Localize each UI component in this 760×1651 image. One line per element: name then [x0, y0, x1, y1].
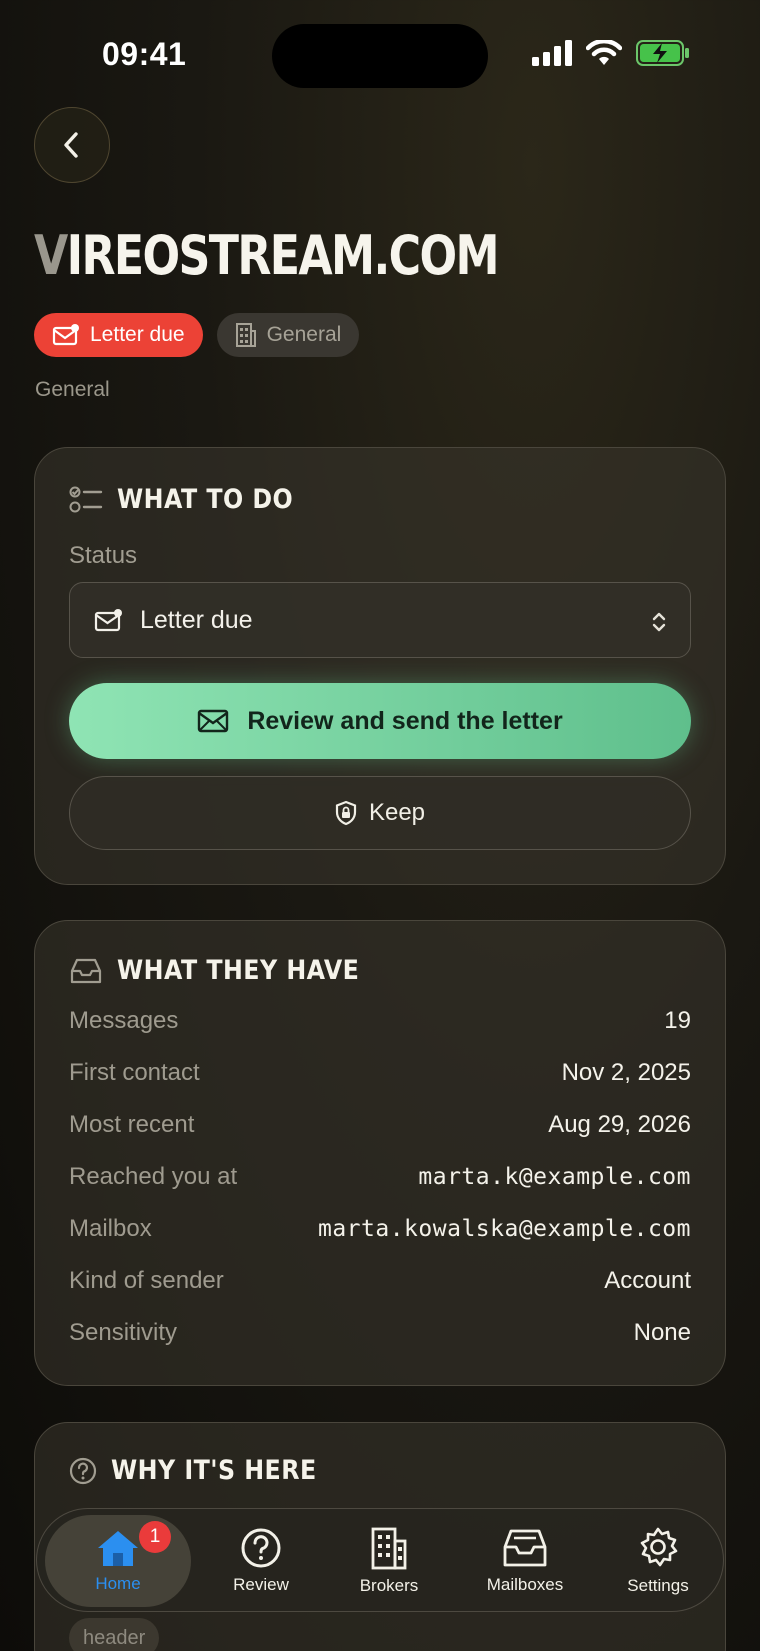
building-icon: [235, 323, 256, 347]
detail-row-sensitivity: Sensitivity None: [69, 1319, 691, 1347]
tab-home[interactable]: Home 1: [45, 1515, 191, 1607]
detail-row-most-recent: Most recent Aug 29, 2026: [69, 1111, 691, 1139]
status-bar: 09:41: [0, 0, 760, 110]
status-icons: [532, 40, 690, 66]
tab-review-label: Review: [233, 1575, 289, 1594]
question-circle-icon: [69, 1457, 97, 1484]
mail-alert-icon: [52, 324, 79, 346]
keep-button[interactable]: Keep: [69, 776, 691, 850]
checklist-icon: [69, 486, 103, 512]
detail-key: Reached you at: [69, 1163, 238, 1190]
shield-lock-icon: [335, 800, 357, 826]
wifi-icon: [586, 40, 622, 65]
chevron-left-icon: [64, 132, 78, 158]
detail-key: Sensitivity: [69, 1319, 178, 1346]
battery-charging-icon: [636, 40, 689, 66]
envelope-icon: [198, 709, 229, 733]
review-send-letter-button[interactable]: Review and send the letter: [69, 683, 691, 759]
what-they-have-header: WHAT THEY HAVE: [69, 955, 392, 986]
what-to-do-card: WHAT TO DO Status Letter due Review and …: [34, 447, 726, 885]
detail-value: 19: [664, 1007, 691, 1034]
header-chip: header: [69, 1618, 160, 1651]
what-to-do-header: WHAT TO DO: [69, 484, 317, 515]
tab-bar: Home 1 Review Brokers Mailboxes Settings: [36, 1508, 724, 1612]
inbox-tray-icon: [70, 958, 102, 983]
status-label: Status: [69, 542, 138, 569]
general-chip-label: General: [266, 323, 342, 346]
home-icon: [98, 1531, 138, 1566]
notification-badge: 1: [139, 1521, 171, 1553]
detail-row-kind-of-sender: Kind of sender Account: [69, 1267, 691, 1295]
why-its-here-header: WHY IT'S HERE: [69, 1455, 345, 1486]
detail-value: marta.k@example.com: [418, 1164, 691, 1190]
review-send-letter-label: Review and send the letter: [247, 706, 563, 735]
tab-settings-label: Settings: [627, 1576, 689, 1595]
tab-settings[interactable]: Settings: [597, 1509, 719, 1613]
signal-icon: [532, 40, 572, 66]
status-chips: Letter due General: [34, 313, 360, 357]
detail-row-messages: Messages 19: [69, 1007, 691, 1035]
category-subtitle: General: [35, 378, 110, 401]
gear-icon: [640, 1527, 678, 1567]
tab-mailboxes[interactable]: Mailboxes: [455, 1509, 595, 1613]
question-icon: [241, 1528, 281, 1568]
tab-home-label: Home: [95, 1574, 141, 1593]
detail-value: Account: [604, 1267, 691, 1294]
keep-label: Keep: [368, 799, 426, 826]
why-its-here-title: WHY IT'S HERE: [111, 1455, 317, 1486]
detail-value: Nov 2, 2025: [561, 1059, 691, 1086]
chevron-up-down-icon: [652, 612, 666, 632]
detail-value: marta.kowalska@example.com: [317, 1216, 691, 1242]
letter-due-chip[interactable]: Letter due: [34, 313, 203, 357]
general-chip[interactable]: General: [216, 313, 360, 357]
building-icon: [371, 1527, 407, 1570]
what-they-have-card: WHAT THEY HAVE Messages 19 First contact…: [34, 920, 726, 1386]
mail-alert-icon: [94, 609, 122, 632]
tab-brokers[interactable]: Brokers: [329, 1509, 449, 1613]
what-they-have-title: WHAT THEY HAVE: [117, 955, 360, 986]
detail-key: Messages: [69, 1007, 179, 1034]
detail-row-mailbox: Mailbox marta.kowalska@example.com: [69, 1215, 691, 1243]
status-time: 09:41: [102, 36, 187, 72]
what-to-do-title: WHAT TO DO: [117, 484, 294, 515]
detail-row-reached-you-at: Reached you at marta.k@example.com: [69, 1163, 691, 1191]
status-select-value: Letter due: [140, 605, 253, 634]
page-title-initial: V: [34, 224, 68, 287]
detail-key: Most recent: [69, 1111, 195, 1138]
page-title-rest: IREOSTREAM.COM: [66, 224, 500, 287]
letter-due-chip-label: Letter due: [90, 323, 185, 346]
detail-value: Aug 29, 2026: [548, 1111, 691, 1138]
tab-mailboxes-label: Mailboxes: [486, 1575, 564, 1594]
detail-key: Kind of sender: [69, 1267, 224, 1294]
dynamic-island: [272, 24, 488, 88]
detail-value: None: [633, 1319, 691, 1346]
detail-key: Mailbox: [69, 1215, 152, 1242]
tab-review[interactable]: Review: [201, 1509, 321, 1613]
back-button[interactable]: [34, 107, 110, 183]
status-select[interactable]: Letter due: [69, 582, 691, 658]
tab-brokers-label: Brokers: [359, 1576, 419, 1595]
page-title: VIREOSTREAM.COM: [34, 224, 500, 287]
detail-key: First contact: [69, 1059, 200, 1086]
detail-row-first-contact: First contact Nov 2, 2025: [69, 1059, 691, 1087]
inbox-icon: [503, 1529, 547, 1567]
